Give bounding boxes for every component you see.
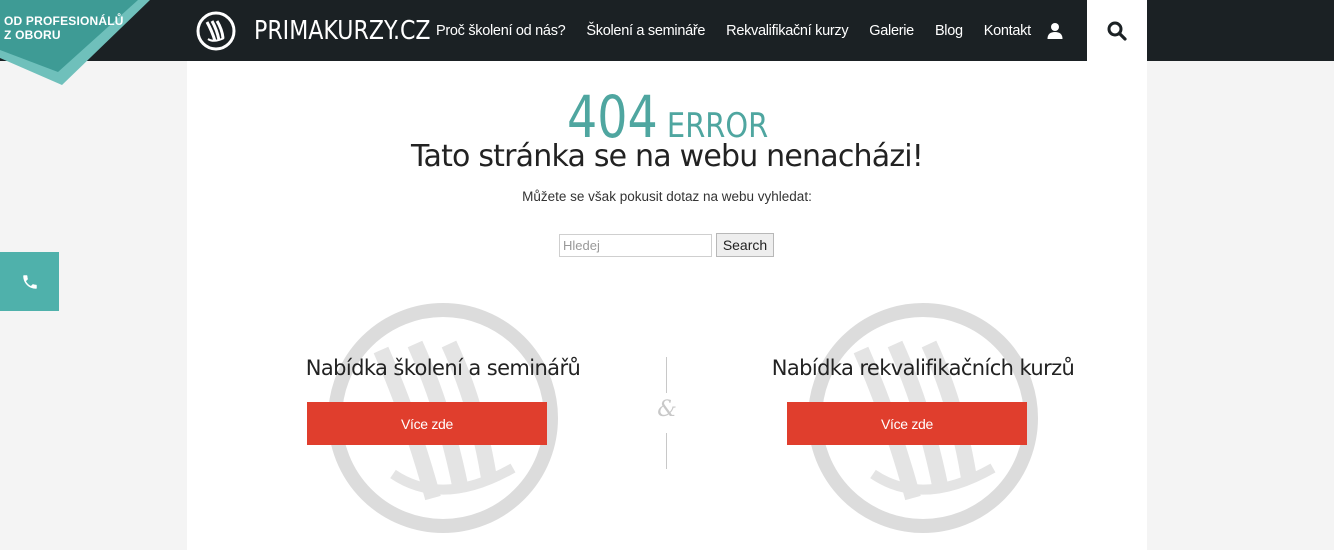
logo-icon xyxy=(196,11,236,51)
menu-item-rekvalifikacni-kurzy[interactable]: Rekvalifikační kurzy xyxy=(726,23,848,39)
user-icon xyxy=(1047,23,1063,39)
menu-item-skoleni-seminare[interactable]: Školení a semináře xyxy=(586,23,705,39)
top-navbar: PRIMAKURZY.CZ Proč školení od nás? Škole… xyxy=(0,0,1334,61)
menu-item-galerie[interactable]: Galerie xyxy=(869,23,914,39)
user-account-button[interactable] xyxy=(1040,18,1070,44)
separator-ampersand: & xyxy=(657,397,677,422)
corner-badge-line2: Z OBORU xyxy=(4,28,61,42)
phone-icon xyxy=(22,274,37,289)
brand-name: PRIMAKURZY.CZ xyxy=(254,16,431,46)
corner-badge-text: OD PROFESIONÁLŮ Z OBORU xyxy=(4,14,124,42)
corner-badge-line1: OD PROFESIONÁLŮ xyxy=(4,14,124,28)
corner-ribbon xyxy=(0,0,150,85)
search-form: Search xyxy=(559,233,774,257)
divider-top xyxy=(666,357,667,393)
search-icon xyxy=(1107,21,1127,41)
offer-trainings: Nabídka školení a seminářů Více zde xyxy=(306,298,581,538)
more-trainings-button[interactable]: Více zde xyxy=(307,402,547,445)
search-submit-button[interactable]: Search xyxy=(716,233,774,257)
menu-item-kontakt[interactable]: Kontakt xyxy=(984,23,1031,39)
menu-item-proc-skoleni[interactable]: Proč školení od nás? xyxy=(436,23,566,39)
error-subtext: Můžete se však pokusit dotaz na webu vyh… xyxy=(522,189,812,204)
search-input[interactable] xyxy=(559,233,712,257)
offer-title-requalification: Nabídka rekvalifikačních kurzů xyxy=(771,356,1075,380)
brand-logo[interactable]: PRIMAKURZY.CZ xyxy=(196,11,462,51)
offer-title-trainings: Nabídka školení a seminářů xyxy=(305,356,581,380)
divider-bottom xyxy=(666,433,667,469)
page-heading: Tato stránka se na webu nenacházi! xyxy=(410,139,924,174)
main-content: 404 ERROR Tato stránka se na webu nenach… xyxy=(187,61,1147,550)
more-requalification-button[interactable]: Více zde xyxy=(787,402,1027,445)
corner-badge: OD PROFESIONÁLŮ Z OBORU xyxy=(0,0,150,85)
menu-item-blog[interactable]: Blog xyxy=(935,23,963,39)
offer-requalification: Nabídka rekvalifikačních kurzů Více zde xyxy=(772,298,1075,538)
main-menu: Proč školení od nás? Školení a semináře … xyxy=(436,0,1052,61)
phone-contact-button[interactable] xyxy=(0,252,59,311)
search-toggle-button[interactable] xyxy=(1087,0,1147,61)
